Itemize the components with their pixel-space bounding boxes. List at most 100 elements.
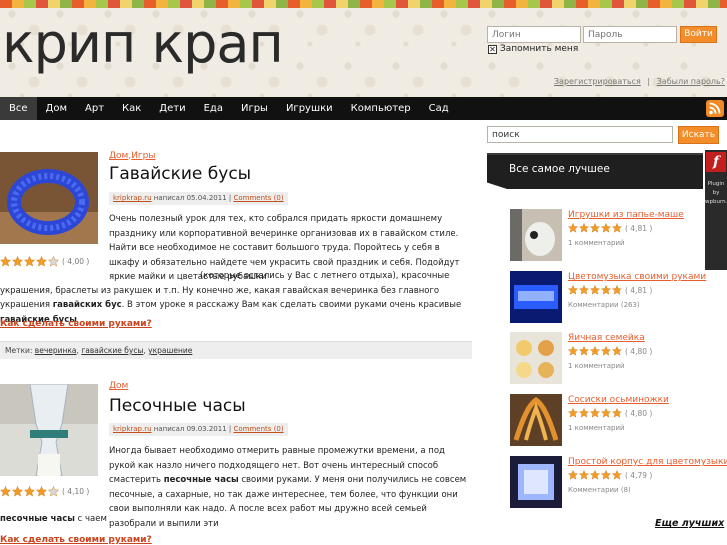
best-item-thumbnail[interactable] <box>510 332 562 384</box>
star-icon[interactable] <box>568 408 578 418</box>
remember-checkbox[interactable]: ✕ <box>488 44 497 54</box>
post-tags: Метки: вечеринка, гавайские бусы, украше… <box>0 341 472 359</box>
star-icon[interactable] <box>579 346 589 356</box>
remember-me[interactable]: ✕ Запомнить меня <box>488 44 578 54</box>
login-button[interactable]: Войти <box>680 26 717 43</box>
best-item-rating: ( 4,79 ) <box>568 470 652 480</box>
star-icon[interactable] <box>590 346 600 356</box>
account-links: Зарегистрироваться | Забыли пароль? <box>554 77 725 86</box>
star-icon[interactable] <box>12 486 23 497</box>
star-icon[interactable] <box>568 223 578 233</box>
login-input[interactable] <box>487 26 581 43</box>
star-icon[interactable] <box>590 223 600 233</box>
star-icon[interactable] <box>579 408 589 418</box>
category-link[interactable]: Дом <box>109 381 128 391</box>
nav-item-how[interactable]: Как <box>113 97 150 120</box>
best-item-title[interactable]: Яичная семейка <box>568 333 645 343</box>
rss-icon[interactable] <box>706 100 724 117</box>
star-icon[interactable] <box>601 223 611 233</box>
star-icon[interactable] <box>36 486 47 497</box>
star-icon[interactable] <box>0 486 11 497</box>
best-item-thumbnail[interactable] <box>510 394 562 446</box>
site-logo[interactable]: крип крап <box>2 12 284 76</box>
post-thumbnail[interactable] <box>0 152 98 244</box>
nav-item-games[interactable]: Игры <box>232 97 277 120</box>
star-icon[interactable] <box>601 408 611 418</box>
author-link[interactable]: kripkrap.ru <box>113 425 152 433</box>
post-title[interactable]: Песочные часы <box>109 396 246 416</box>
nav-item-garden[interactable]: Сад <box>420 97 458 120</box>
star-icon[interactable] <box>590 408 600 418</box>
star-icon[interactable] <box>612 470 622 480</box>
star-icon[interactable] <box>612 285 622 295</box>
post-title[interactable]: Гавайские бусы <box>109 164 251 184</box>
category-link[interactable]: Дом <box>109 151 128 161</box>
nav-item-toys[interactable]: Игрушки <box>277 97 342 120</box>
best-item-thumbnail[interactable] <box>510 271 562 323</box>
more-best-link[interactable]: Еще лучших <box>655 518 724 529</box>
best-item[interactable]: Простой корпус для цветомузыки ( 4,79 ) … <box>508 456 727 514</box>
star-icon[interactable] <box>612 346 622 356</box>
tag-link[interactable]: украшение <box>148 346 192 355</box>
nav-item-kids[interactable]: Дети <box>150 97 194 120</box>
star-icon[interactable] <box>24 486 35 497</box>
star-icon[interactable] <box>601 346 611 356</box>
star-icon[interactable] <box>48 256 59 267</box>
tag-link[interactable]: гавайские бусы <box>81 346 143 355</box>
star-icon[interactable] <box>48 486 59 497</box>
star-icon[interactable] <box>12 256 23 267</box>
best-item[interactable]: Игрушки из папье-маше ( 4,81 ) 1 коммент… <box>508 209 708 267</box>
best-item[interactable]: Сосиски осьминожки ( 4,80 ) 1 комментари… <box>508 394 708 452</box>
post-thumbnail[interactable] <box>0 384 98 476</box>
star-icon[interactable] <box>24 256 35 267</box>
star-icon[interactable] <box>601 285 611 295</box>
best-item-rating: ( 4,80 ) <box>568 408 652 418</box>
forgot-password-link[interactable]: Забыли пароль? <box>657 77 725 86</box>
author-link[interactable]: kripkrap.ru <box>113 194 152 202</box>
best-item-thumbnail[interactable] <box>510 209 562 261</box>
read-more-link[interactable]: Как сделать своими руками? <box>0 319 152 329</box>
category-link[interactable]: Игры <box>131 151 155 161</box>
read-more-link[interactable]: Как сделать своими руками? <box>0 535 152 545</box>
star-icon[interactable] <box>590 470 600 480</box>
nav-item-food[interactable]: Еда <box>195 97 232 120</box>
post-rating[interactable]: ( 4,10 ) <box>0 486 89 497</box>
best-item-title[interactable]: Сосиски осьминожки <box>568 395 669 405</box>
nav-item-computer[interactable]: Компьютер <box>342 97 420 120</box>
star-icon[interactable] <box>590 285 600 295</box>
best-item[interactable]: Яичная семейка ( 4,80 ) 1 комментарий <box>508 332 708 390</box>
comments-link[interactable]: Comments (0) <box>233 425 283 433</box>
best-item[interactable]: Цветомузыка своими руками ( 4,81 ) Комме… <box>508 271 708 329</box>
search-button[interactable]: Искать <box>678 126 719 144</box>
star-icon[interactable] <box>568 470 578 480</box>
star-icon[interactable] <box>579 223 589 233</box>
register-link[interactable]: Зарегистрироваться <box>554 77 641 86</box>
post-excerpt-cont: песочные часы с чаем <box>0 512 470 527</box>
rating-value: ( 4,00 ) <box>62 257 90 266</box>
rating-stars[interactable] <box>0 256 59 267</box>
star-icon[interactable] <box>568 346 578 356</box>
star-icon[interactable] <box>601 470 611 480</box>
best-item-title[interactable]: Простой корпус для цветомузыки <box>568 457 727 467</box>
rating-stars[interactable] <box>0 486 59 497</box>
comments-link[interactable]: Comments (0) <box>233 194 283 202</box>
nav-item-home[interactable]: Дом <box>37 97 76 120</box>
rating-stars <box>568 285 622 295</box>
post-rating[interactable]: ( 4,00 ) <box>0 256 89 267</box>
search-input[interactable] <box>487 126 673 143</box>
tag-link[interactable]: вечеринка <box>35 346 77 355</box>
star-icon[interactable] <box>568 285 578 295</box>
password-input[interactable] <box>583 26 677 43</box>
flash-plugin-icon[interactable]: f Plugin by wpburn.com <box>705 150 727 270</box>
best-item-title[interactable]: Цветомузыка своими руками <box>568 272 706 282</box>
nav-item-art[interactable]: Арт <box>76 97 113 120</box>
best-item-title[interactable]: Игрушки из папье-маше <box>568 210 684 220</box>
nav-item-all[interactable]: Все <box>0 97 37 120</box>
star-icon[interactable] <box>612 223 622 233</box>
star-icon[interactable] <box>36 256 47 267</box>
star-icon[interactable] <box>0 256 11 267</box>
best-item-thumbnail[interactable] <box>510 456 562 508</box>
star-icon[interactable] <box>612 408 622 418</box>
star-icon[interactable] <box>579 470 589 480</box>
star-icon[interactable] <box>579 285 589 295</box>
